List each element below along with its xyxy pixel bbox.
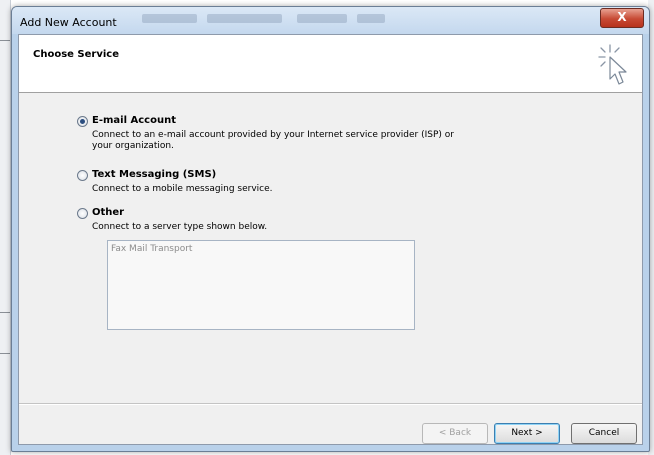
add-new-account-dialog: Add New Account X Choose Service E-mail … bbox=[11, 6, 650, 452]
background-window-strip bbox=[0, 0, 11, 455]
footer-divider bbox=[19, 403, 642, 405]
server-type-list[interactable]: Fax Mail Transport bbox=[107, 240, 415, 330]
other-description: Connect to a server type shown below. bbox=[92, 222, 268, 232]
email-account-desc-line: Connect to an e-mail account provided by… bbox=[92, 130, 455, 140]
other-label: Other bbox=[92, 207, 125, 218]
wizard-header: Choose Service bbox=[19, 35, 642, 93]
background-ghost bbox=[142, 14, 197, 23]
email-account-description: Connect to an e-mail account provided by… bbox=[92, 130, 492, 152]
other-radio[interactable] bbox=[77, 208, 88, 219]
window-title: Add New Account bbox=[20, 16, 117, 29]
close-button[interactable]: X bbox=[600, 8, 644, 28]
email-account-label: E-mail Account bbox=[92, 115, 176, 126]
dialog-body: Choose Service E-mail Account Connect to… bbox=[18, 34, 643, 445]
title-bar[interactable]: Add New Account X bbox=[12, 7, 649, 34]
background-divider bbox=[0, 40, 10, 41]
background-ghost bbox=[207, 14, 282, 23]
background-divider bbox=[0, 353, 10, 354]
text-messaging-label: Text Messaging (SMS) bbox=[92, 169, 217, 180]
back-button[interactable]: < Back bbox=[422, 423, 488, 444]
text-messaging-radio[interactable] bbox=[77, 170, 88, 181]
close-icon: X bbox=[617, 10, 627, 24]
list-item[interactable]: Fax Mail Transport bbox=[111, 244, 192, 254]
email-account-desc-line: your organization. bbox=[92, 141, 174, 151]
next-button[interactable]: Next > bbox=[494, 423, 560, 444]
background-ghost bbox=[297, 14, 347, 23]
text-messaging-description: Connect to a mobile messaging service. bbox=[92, 184, 273, 194]
page-title: Choose Service bbox=[33, 49, 119, 60]
cancel-button[interactable]: Cancel bbox=[571, 423, 637, 444]
background-divider bbox=[0, 312, 10, 313]
background-ghost bbox=[357, 14, 385, 23]
email-account-radio[interactable] bbox=[77, 116, 88, 127]
cursor-click-icon bbox=[598, 44, 627, 85]
